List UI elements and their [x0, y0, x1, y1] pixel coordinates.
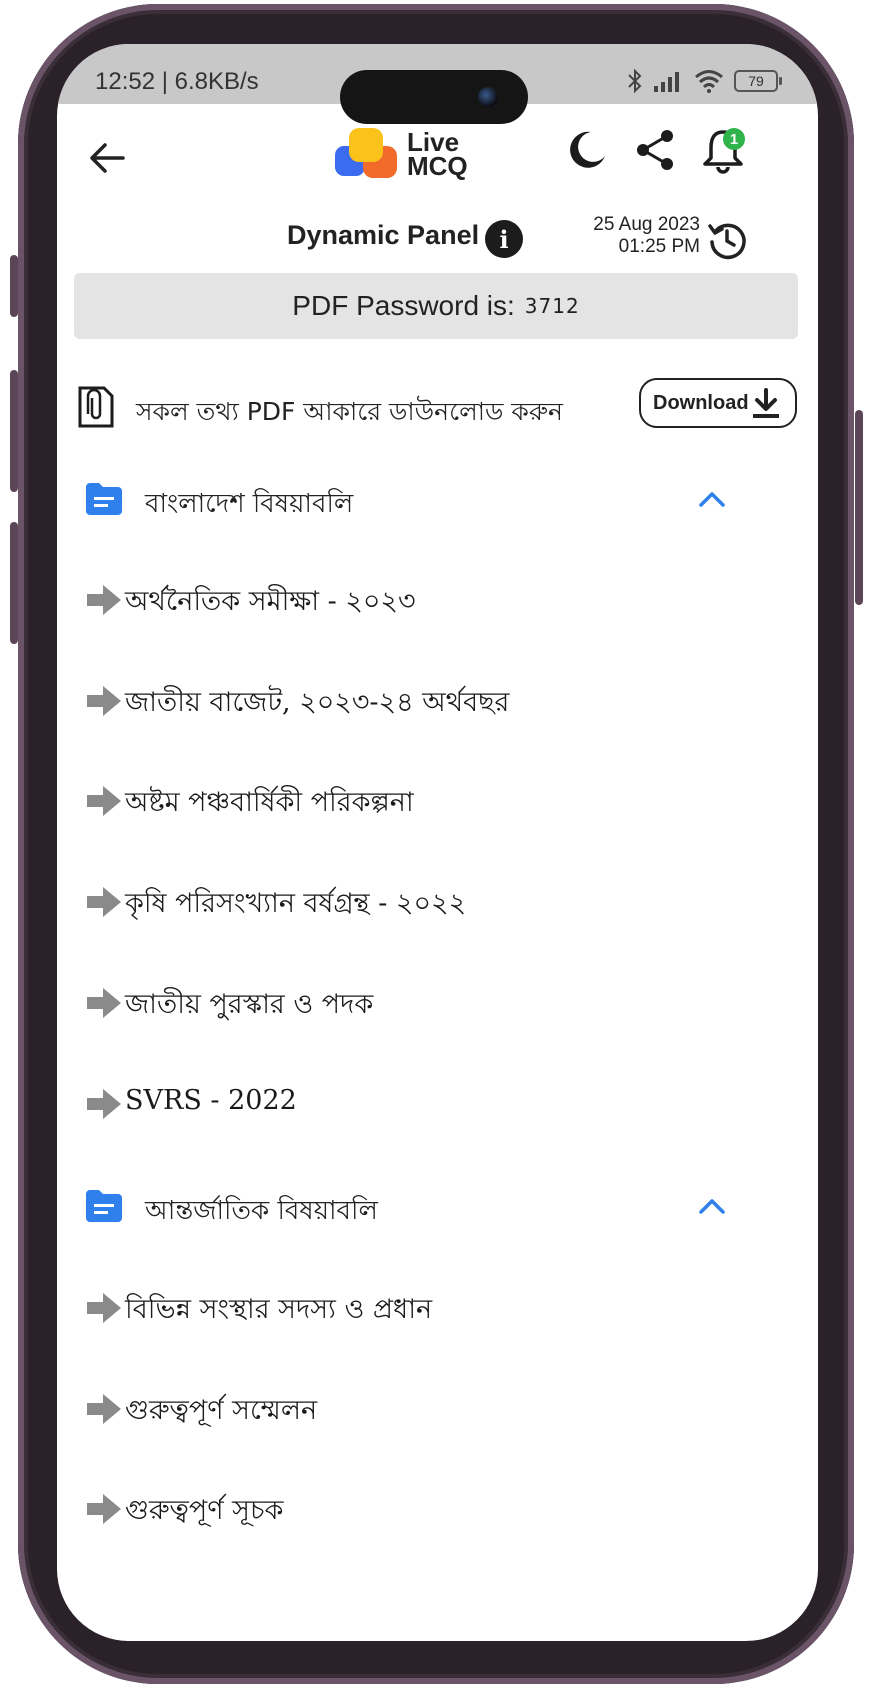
- wifi-icon: [695, 70, 723, 93]
- arrow-right-icon: [87, 887, 121, 917]
- list-item[interactable]: জাতীয় বাজেট, ২০২৩-২৪ অর্থবছর: [57, 672, 818, 732]
- back-arrow-icon[interactable]: [87, 138, 127, 178]
- password-label: PDF Password is:: [292, 290, 515, 321]
- arrow-right-icon: [87, 1089, 121, 1119]
- battery-icon: 79: [734, 70, 782, 92]
- status-icons: 79: [626, 66, 782, 96]
- phone-button-action: [10, 255, 18, 317]
- last-updated: 25 Aug 2023 01:25 PM: [593, 214, 700, 258]
- share-icon[interactable]: [633, 128, 677, 172]
- app-header: Live MCQ 1: [57, 104, 818, 204]
- list-item-label: গুরুত্বপূর্ণ সম্মেলন: [125, 1395, 318, 1426]
- chevron-up-icon[interactable]: [697, 487, 727, 511]
- phone-button-volume-up: [10, 370, 18, 492]
- arrow-right-icon: [87, 1394, 121, 1424]
- list-item-label: বিভিন্ন সংস্থার সদস্য ও প্রধান: [125, 1294, 433, 1325]
- list-item[interactable]: বিভিন্ন সংস্থার সদস্য ও প্রধান: [57, 1279, 818, 1339]
- dark-mode-moon-icon[interactable]: [565, 128, 609, 172]
- list-item[interactable]: অষ্টম পঞ্চবার্ষিকী পরিকল্পনা: [57, 772, 818, 832]
- section-header-international[interactable]: আন্তর্জাতিক বিষয়াবলি: [57, 1178, 818, 1238]
- download-icon: [753, 388, 779, 418]
- list-item-label: অর্থনৈতিক সমীক্ষা - ২০২৩: [125, 586, 416, 617]
- status-time: 12:52 | 6.8KB/s: [95, 68, 259, 95]
- pdf-password-bar: PDF Password is: 3712: [74, 273, 798, 339]
- status-bar: 12:52 | 6.8KB/s 79: [57, 44, 818, 124]
- updated-date: 25 Aug 2023: [593, 214, 700, 235]
- list-item-label: কৃষি পরিসংখ্যান বর্ষগ্রন্থ - ২০২২: [125, 888, 467, 919]
- arrow-right-icon: [87, 1494, 121, 1524]
- list-item[interactable]: কৃষি পরিসংখ্যান বর্ষগ্রন্থ - ২০২২: [57, 873, 818, 933]
- arrow-right-icon: [87, 786, 121, 816]
- list-item[interactable]: গুরুত্বপূর্ণ সম্মেলন: [57, 1380, 818, 1440]
- history-refresh-icon[interactable]: [707, 220, 747, 260]
- download-description: সকল তথ্য PDF আকারে ডাউনলোড করুন: [136, 397, 563, 426]
- list-item-label: SVRS - 2022: [125, 1085, 297, 1116]
- list-item-label: অষ্টম পঞ্চবার্ষিকী পরিকল্পনা: [125, 787, 414, 818]
- panel-title: Dynamic Panel: [287, 220, 480, 250]
- list-item-label: জাতীয় পুরস্কার ও পদক: [125, 989, 374, 1020]
- arrow-right-icon: [87, 585, 121, 615]
- arrow-right-icon: [87, 1293, 121, 1323]
- chevron-up-icon[interactable]: [697, 1194, 727, 1218]
- password-value: 3712: [524, 294, 580, 318]
- download-button[interactable]: Download: [639, 378, 797, 428]
- app-screen: 12:52 | 6.8KB/s 79 Live MCQ 1 Dynamic Pan…: [57, 44, 818, 1641]
- phone-button-power: [855, 410, 863, 605]
- arrow-right-icon: [87, 686, 121, 716]
- notification-badge: 1: [723, 128, 745, 150]
- folder-icon: [86, 1190, 122, 1222]
- battery-level: 79: [748, 73, 764, 89]
- list-item[interactable]: SVRS - 2022: [57, 1075, 818, 1135]
- list-item-label: গুরুত্বপূর্ণ সূচক: [125, 1495, 284, 1526]
- list-item[interactable]: জাতীয় পুরস্কার ও পদক: [57, 974, 818, 1034]
- phone-button-volume-down: [10, 522, 18, 644]
- list-item[interactable]: গুরুত্বপূর্ণ সূচক: [57, 1480, 818, 1540]
- bluetooth-icon: [628, 68, 642, 94]
- section-title: বাংলাদেশ বিষয়াবলি: [145, 489, 354, 519]
- logo-text-line2: MCQ: [407, 151, 468, 181]
- info-icon[interactable]: i: [485, 220, 523, 258]
- signal-icon: [654, 72, 679, 92]
- section-header-bangladesh[interactable]: বাংলাদেশ বিষয়াবলি: [57, 471, 818, 531]
- attachment-icon: [78, 386, 114, 428]
- download-all-row: সকল তথ্য PDF আকারে ডাউনলোড করুন Download: [74, 374, 798, 440]
- section-title: আন্তর্জাতিক বিষয়াবলি: [145, 1196, 378, 1226]
- list-item[interactable]: অর্থনৈতিক সমীক্ষা - ২০২৩: [57, 571, 818, 631]
- folder-icon: [86, 483, 122, 515]
- updated-time: 01:25 PM: [618, 236, 700, 257]
- arrow-right-icon: [87, 988, 121, 1018]
- app-logo: Live MCQ: [335, 124, 485, 188]
- list-item-label: জাতীয় বাজেট, ২০২৩-২৪ অর্থবছর: [125, 687, 510, 718]
- download-button-label: Download: [653, 391, 749, 414]
